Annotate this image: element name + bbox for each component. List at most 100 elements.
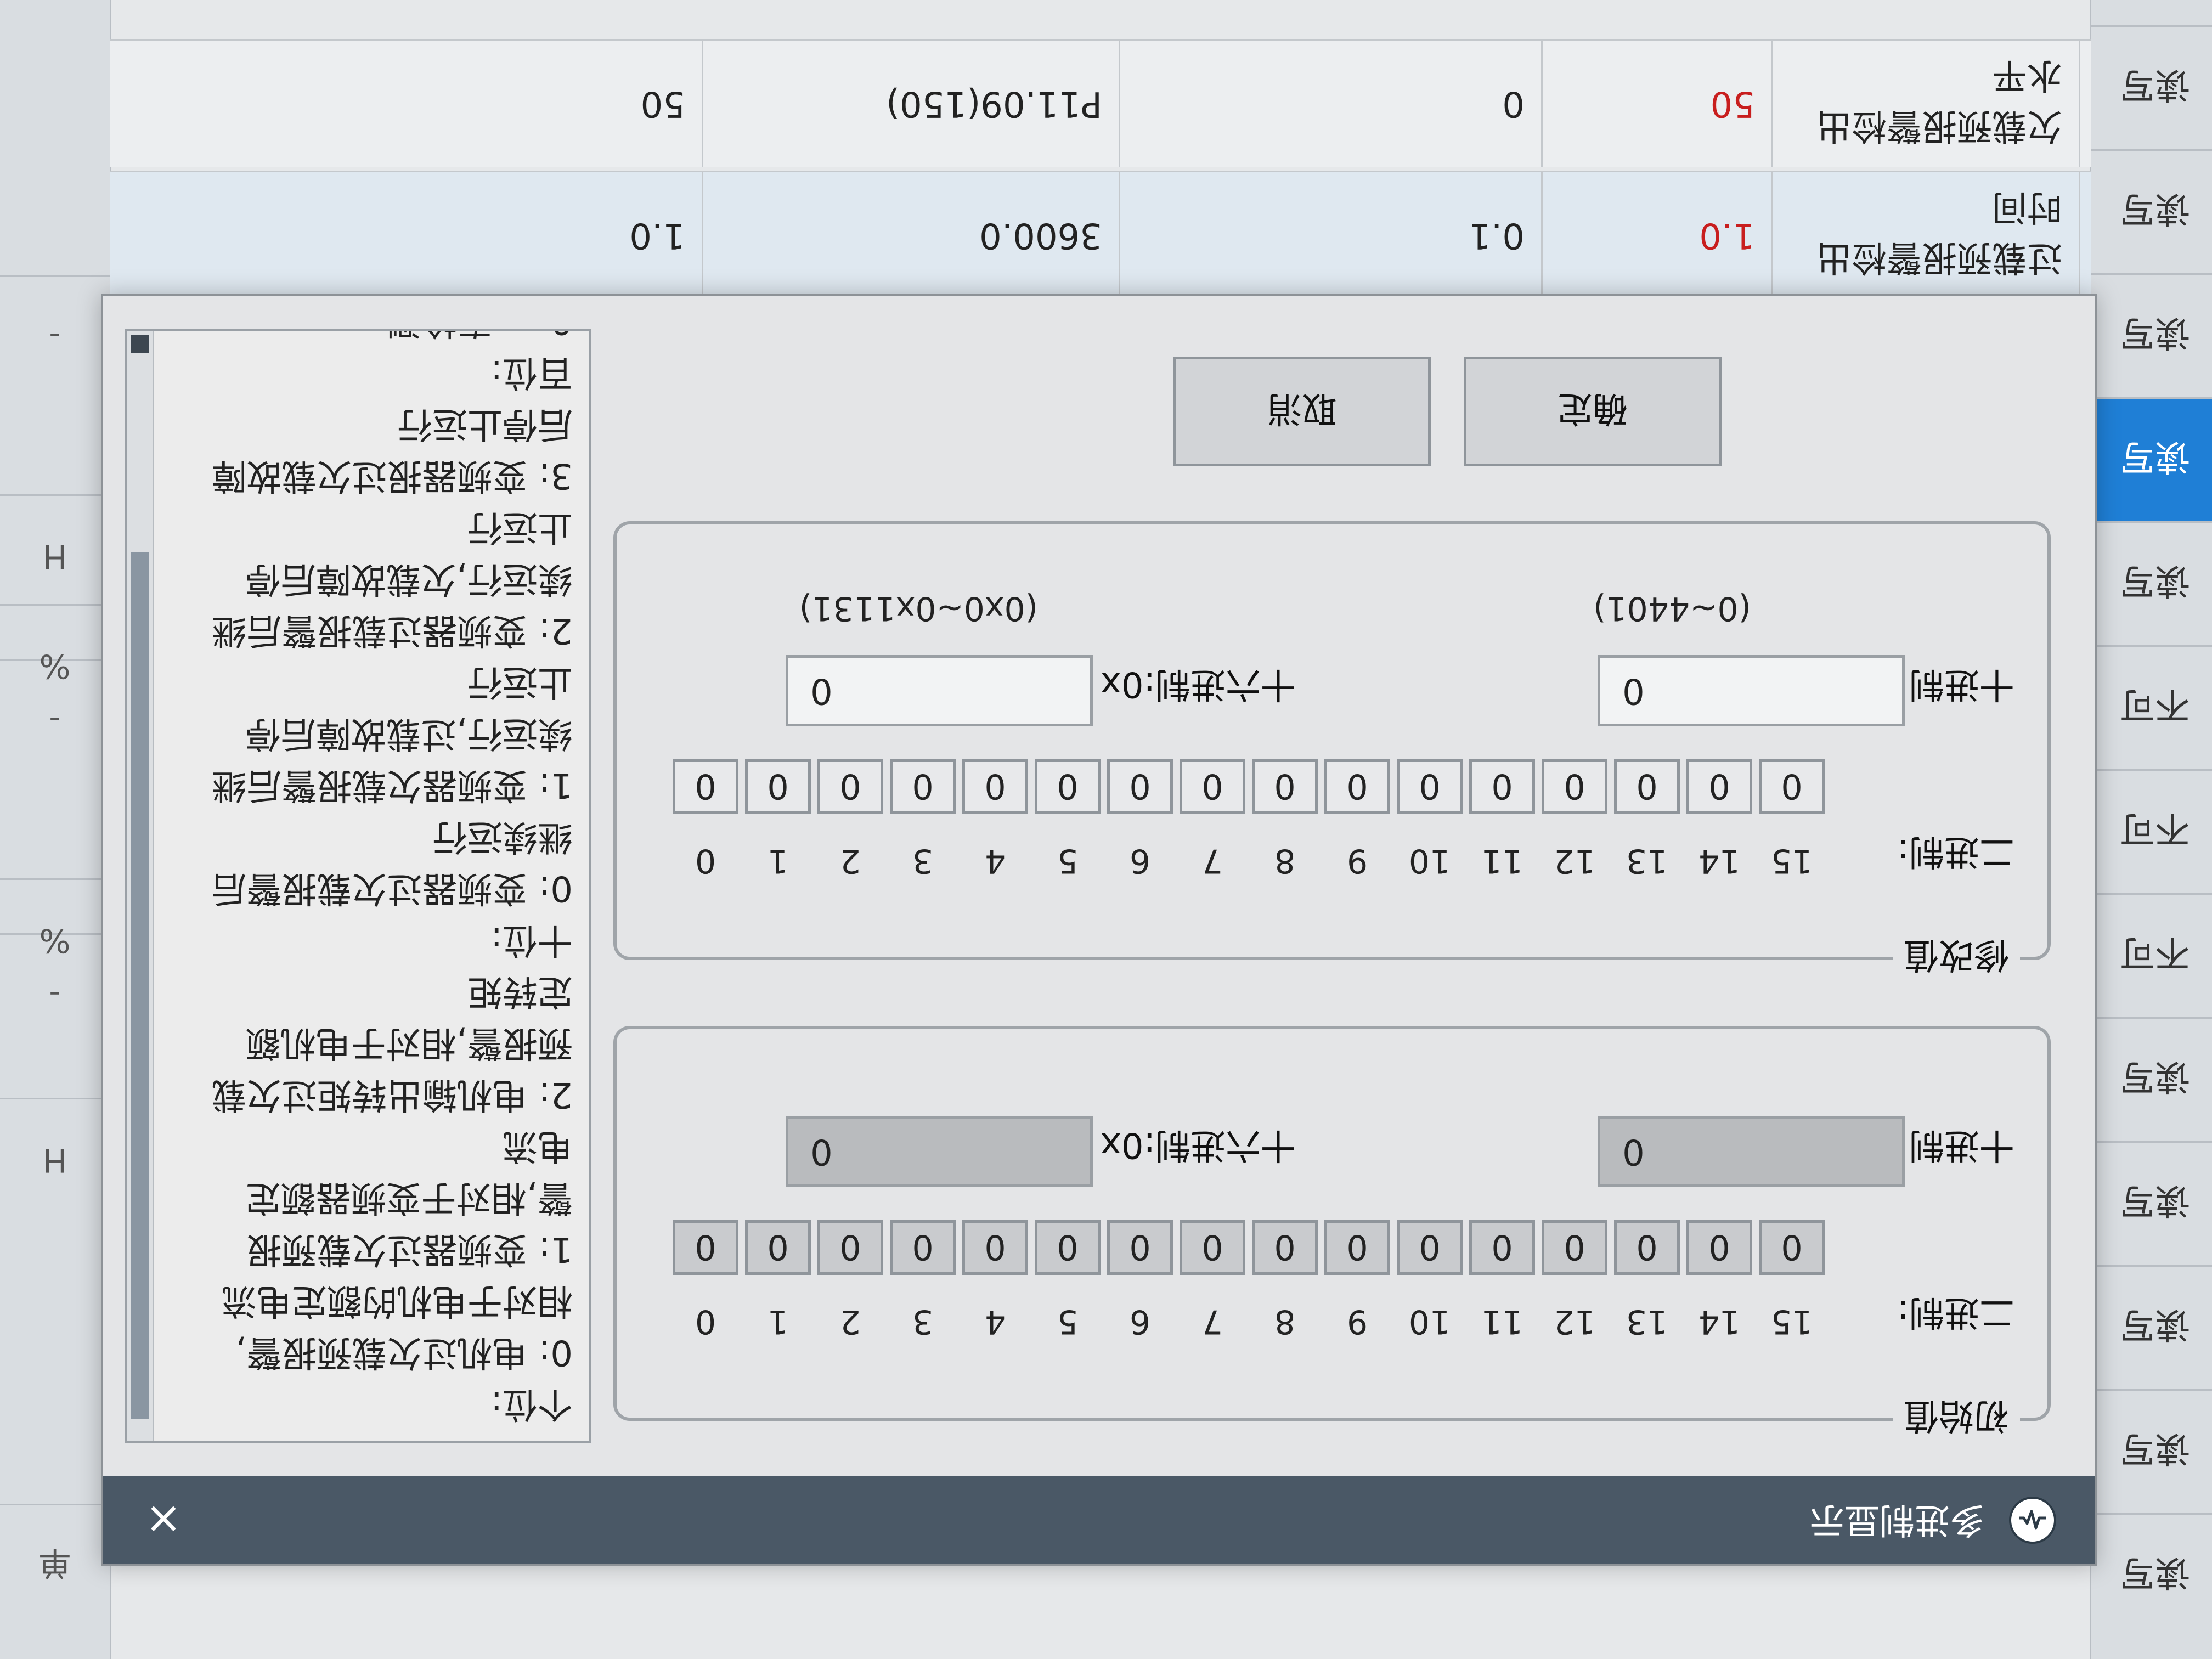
- bit-index-label: 14: [1698, 1302, 1741, 1341]
- cancel-button[interactable]: 取消: [1173, 357, 1431, 466]
- bit-cell[interactable]: 0: [1469, 759, 1535, 814]
- bit-index-label: 5: [1057, 1302, 1079, 1341]
- bit-cell: 0: [890, 1220, 956, 1275]
- bit-index-label: 7: [1201, 842, 1223, 880]
- right-column: 单 H - % - % H -: [0, 0, 111, 1659]
- bit-cell[interactable]: 0: [673, 759, 738, 814]
- left-cell[interactable]: 读写: [2091, 25, 2212, 149]
- modify-value-group: 修改值 二进制: 15 14 13 12 11 10 9 8 7 6 5 4 3 2 1 0 00000000…: [613, 521, 2051, 983]
- bit-cell[interactable]: 0: [1542, 759, 1607, 814]
- right-cell: %: [0, 878, 110, 1001]
- binary-label: 二进制:: [1897, 831, 2015, 872]
- bit-index-label: 10: [1408, 842, 1451, 880]
- scrollbar-thumb[interactable]: [131, 552, 149, 1419]
- bit-index-label: 13: [1626, 1302, 1668, 1341]
- left-cell[interactable]: 读写: [2091, 521, 2212, 645]
- left-cell[interactable]: 读写: [2091, 149, 2212, 273]
- left-cell[interactable]: 读写: [2091, 1265, 2212, 1389]
- right-cell: H: [0, 1098, 110, 1220]
- bit-cell: 0: [1107, 1220, 1173, 1275]
- app-icon: [2009, 1497, 2056, 1544]
- bit-cell[interactable]: 0: [1614, 759, 1680, 814]
- bit-index-label: 7: [1201, 1302, 1223, 1341]
- table-row[interactable]: 欠载预报警检出水平 50 0 P11.09(150) 50: [110, 39, 2091, 167]
- bit-index-label: 0: [695, 842, 716, 880]
- binary-label: 二进制:: [1897, 1292, 2015, 1333]
- bit-cell[interactable]: 0: [1397, 759, 1463, 814]
- table-row[interactable]: 过载预报警检出时间 1.0 0.1 3600.0 1.0: [110, 171, 2091, 298]
- close-icon[interactable]: ×: [136, 1492, 191, 1547]
- ok-button[interactable]: 确定: [1464, 357, 1722, 466]
- decimal-range: (0~4401): [1593, 589, 1751, 628]
- right-cell: H: [0, 494, 110, 617]
- bit-index-label: 2: [839, 842, 861, 880]
- left-cell[interactable]: 不可: [2091, 769, 2212, 893]
- help-text: 个位: 0: 电机过欠载预报警, 相对于电机的额定电流 1: 变频器过欠载预报 …: [211, 329, 573, 1424]
- right-cell: -: [0, 275, 110, 397]
- bit-cell: 0: [962, 1220, 1028, 1275]
- bit-cell: 0: [1324, 1220, 1390, 1275]
- bit-index-label: 3: [912, 1302, 934, 1341]
- bit-index-label: 9: [1346, 1302, 1368, 1341]
- left-cell[interactable]: 读写: [2091, 1141, 2212, 1265]
- left-column: 读写 读写 读写 读写 读写 不可 不可 不可 读写 读写 读写 读写 读写: [2090, 0, 2212, 1659]
- left-cell[interactable]: 读写: [2091, 1017, 2212, 1141]
- bit-index-label: 2: [839, 1302, 861, 1341]
- bit-index-label: 4: [984, 1302, 1006, 1341]
- scroll-down-arrow-icon[interactable]: [131, 335, 149, 353]
- hex-label: 十六进制:0x: [1100, 664, 1296, 704]
- left-cell[interactable]: 读写: [2091, 1389, 2212, 1513]
- left-cell[interactable]: 读写: [2091, 273, 2212, 397]
- bit-index-label: 15: [1770, 1302, 1813, 1341]
- dialog-titlebar[interactable]: 多进制显示 ×: [103, 1476, 2095, 1564]
- scrollbar[interactable]: [127, 331, 154, 1441]
- bit-index-label: 1: [767, 1302, 789, 1341]
- bit-cell: 0: [1542, 1220, 1607, 1275]
- bit-cell[interactable]: 0: [745, 759, 811, 814]
- cell-current: 1.0: [1543, 172, 1773, 298]
- bit-cell: 0: [1180, 1220, 1245, 1275]
- bit-cell[interactable]: 0: [1252, 759, 1318, 814]
- help-panel[interactable]: 个位: 0: 电机过欠载预报警, 相对于电机的额定电流 1: 变频器过欠载预报 …: [125, 329, 591, 1443]
- initial-value-group: 初始值 二进制: 15 14 13 12 11 10 9 8 7 6 5 4 3 2 1 0 00000000…: [613, 1026, 2051, 1444]
- bit-index-label: 1: [767, 842, 789, 880]
- bit-cell[interactable]: 0: [817, 759, 883, 814]
- bit-index-label: 11: [1481, 842, 1523, 880]
- bit-index-label: 6: [1129, 1302, 1151, 1341]
- initial-group-title: 初始值: [1893, 1393, 2020, 1444]
- bit-index-label: 14: [1698, 842, 1741, 880]
- bit-cell[interactable]: 0: [1180, 759, 1245, 814]
- right-cell: %: [0, 604, 110, 726]
- bit-index-label: 8: [1274, 842, 1296, 880]
- bit-cell: 0: [1759, 1220, 1825, 1275]
- cell-min: 0: [1120, 41, 1543, 167]
- bit-index-label: 13: [1626, 842, 1668, 880]
- left-cell-selected[interactable]: 读写: [2091, 397, 2212, 521]
- left-cell[interactable]: 读写: [2091, 1513, 2212, 1637]
- bit-cell[interactable]: 0: [1324, 759, 1390, 814]
- right-cell: 单: [0, 1504, 110, 1626]
- bit-index-label: 8: [1274, 1302, 1296, 1341]
- left-cell[interactable]: 不可: [2091, 645, 2212, 769]
- decimal-label: 十进制:: [1897, 1125, 2015, 1165]
- multi-base-dialog: 多进制显示 × 个位: 0: 电机过欠载预报警, 相对于电机的额定电流 1: 变…: [101, 294, 2097, 1566]
- initial-hex-field: 0: [786, 1116, 1093, 1187]
- bit-cell[interactable]: 0: [1759, 759, 1825, 814]
- left-cell[interactable]: 不可: [2091, 893, 2212, 1017]
- bit-cell[interactable]: 0: [890, 759, 956, 814]
- bit-cell[interactable]: 0: [1686, 759, 1752, 814]
- bit-cell: 0: [1614, 1220, 1680, 1275]
- cell-current: 50: [1543, 41, 1773, 167]
- cell-default: 1.0: [264, 172, 703, 298]
- bit-index-label: 12: [1553, 1302, 1596, 1341]
- bit-cell: 0: [745, 1220, 811, 1275]
- modify-hex-input[interactable]: 0: [786, 655, 1093, 726]
- bit-cell: 0: [1035, 1220, 1101, 1275]
- bit-cell[interactable]: 0: [962, 759, 1028, 814]
- cell-default: 50: [264, 41, 703, 167]
- bit-cell[interactable]: 0: [1035, 759, 1101, 814]
- initial-decimal-field: 0: [1598, 1116, 1905, 1187]
- modify-decimal-input[interactable]: 0: [1598, 655, 1905, 726]
- bit-cell[interactable]: 0: [1107, 759, 1173, 814]
- cell-max: 3600.0: [703, 172, 1120, 298]
